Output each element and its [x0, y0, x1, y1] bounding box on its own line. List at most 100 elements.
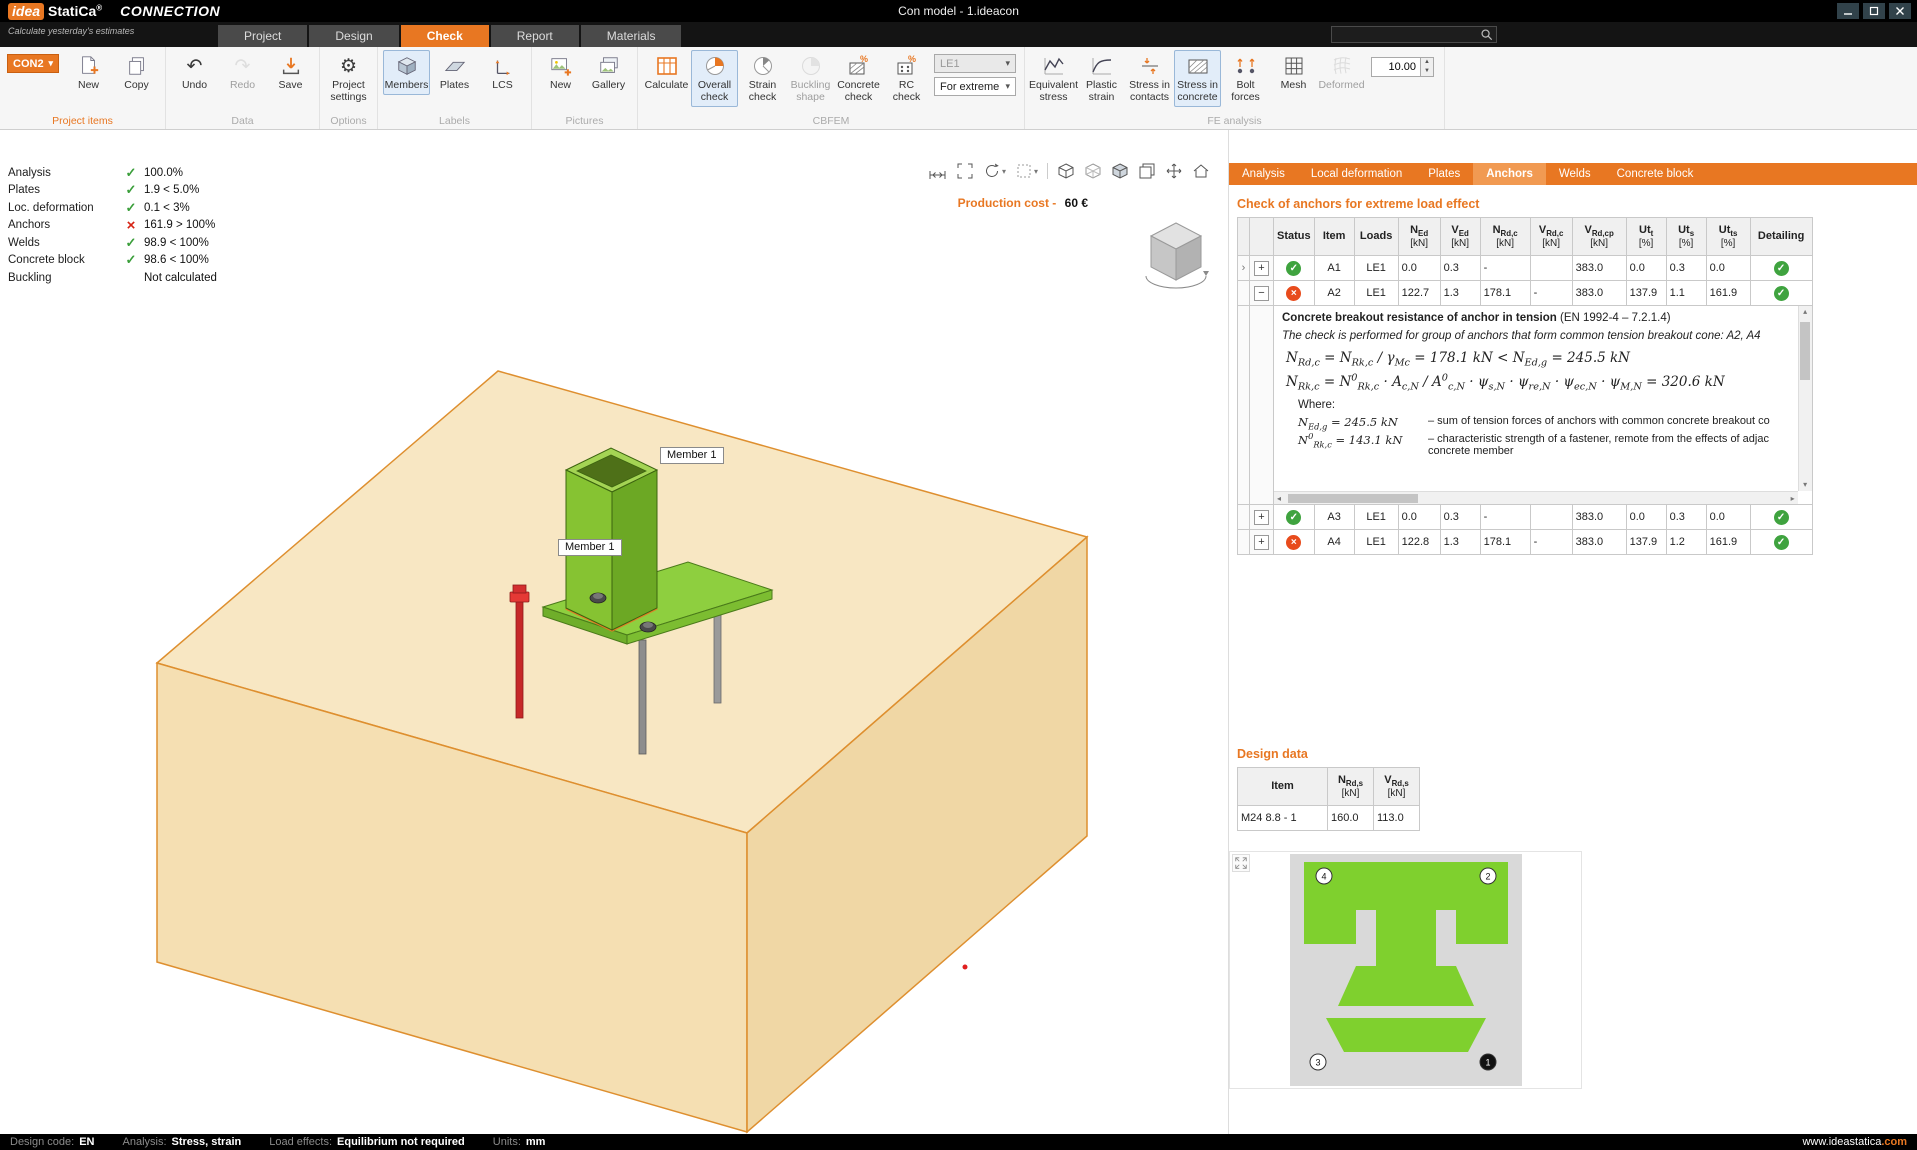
row-expander-button[interactable]: +	[1254, 261, 1269, 276]
row-expander-button[interactable]: −	[1254, 286, 1269, 301]
gallery-button[interactable]: Gallery	[585, 50, 632, 95]
results-tab-plates[interactable]: Plates	[1415, 163, 1473, 185]
plates-labels-toggle[interactable]: Plates	[431, 50, 478, 95]
3d-viewport[interactable]: Analysis✓100.0%Plates✓1.9 < 5.0%Loc. def…	[0, 130, 1228, 1134]
scale-value-input[interactable]	[1371, 57, 1421, 77]
maximize-button[interactable]	[1863, 3, 1885, 19]
home-view-button[interactable]	[1192, 162, 1210, 180]
tab-design[interactable]: Design	[309, 25, 398, 47]
anchor-row-A1[interactable]: ›+✓A1LE10.00.3-383.00.00.30.0✓	[1238, 256, 1813, 281]
check-pass-icon: ✓	[118, 252, 144, 268]
zoom-fit-button[interactable]	[956, 162, 974, 180]
results-tab-analysis[interactable]: Analysis	[1229, 163, 1298, 185]
value-cell: 1.3	[1440, 281, 1480, 306]
value-cell: -	[1480, 256, 1530, 281]
member-label[interactable]: Member 1	[660, 447, 724, 464]
stress-in-concrete-button[interactable]: Stress in concrete	[1174, 50, 1221, 107]
save-button[interactable]: Save	[267, 50, 314, 95]
equivalent-stress-button[interactable]: Equivalent stress	[1030, 50, 1077, 107]
expand-plan-button[interactable]	[1232, 854, 1250, 872]
navigation-cube[interactable]	[1140, 214, 1212, 294]
lcs-labels-toggle[interactable]: LCS	[479, 50, 526, 95]
status-fail-icon: ×	[1286, 535, 1301, 550]
mesh-button[interactable]: Mesh	[1270, 50, 1317, 95]
stress-in-contacts-button[interactable]: Stress in contacts	[1126, 50, 1173, 107]
scroll-down-icon[interactable]: ▾	[1803, 479, 1807, 491]
pan-icon	[1165, 162, 1183, 180]
row-expander-button[interactable]: +	[1254, 510, 1269, 525]
value-cell: 0.0	[1398, 256, 1440, 281]
value-cell: 1.3	[1440, 530, 1480, 555]
ribbon-group-labels: Members Plates LCS Labels	[378, 47, 532, 129]
dimensions-button[interactable]	[929, 162, 947, 180]
wireframe-view-button[interactable]	[1084, 162, 1102, 180]
anchor-row-A3[interactable]: +✓A3LE10.00.3-383.00.00.30.0✓	[1238, 505, 1813, 530]
anchor-row-A2[interactable]: −×A2LE1122.71.3178.1-383.0137.91.1161.9✓	[1238, 281, 1813, 306]
scroll-up-icon[interactable]: ▴	[1803, 306, 1807, 318]
member-label[interactable]: Member 1	[558, 539, 622, 556]
deformed-button[interactable]: Deformed	[1318, 50, 1365, 95]
close-button[interactable]	[1889, 3, 1911, 19]
summary-item-label: Anchors	[8, 219, 118, 231]
results-tab-concrete-block[interactable]: Concrete block	[1604, 163, 1707, 185]
row-expander-button[interactable]: +	[1254, 535, 1269, 550]
bolt-forces-button[interactable]: Bolt forces	[1222, 50, 1269, 107]
search-input[interactable]	[1332, 29, 1480, 41]
new-picture-button[interactable]: New	[537, 50, 584, 95]
search-box[interactable]	[1331, 26, 1497, 43]
project-settings-button[interactable]: ⚙ Project settings	[325, 50, 372, 107]
tab-check[interactable]: Check	[401, 25, 489, 47]
column-header	[1250, 218, 1274, 256]
extreme-filter-selector[interactable]: For extreme▾	[934, 77, 1016, 96]
detail-definition: N0Rk,c = 143.1 kN– characteristic streng…	[1298, 433, 1788, 457]
selection-mode-button[interactable]: ▾	[1015, 162, 1038, 180]
detail-vertical-scrollbar[interactable]: ▴▾	[1798, 306, 1812, 491]
connection-selector[interactable]: CON2▾	[7, 54, 59, 73]
scroll-right-icon[interactable]: ▸	[1788, 494, 1798, 503]
buckling-shape-button[interactable]: Buckling shape	[787, 50, 834, 107]
copy-button[interactable]: Copy	[113, 50, 160, 95]
tab-materials[interactable]: Materials	[581, 25, 682, 47]
tab-project[interactable]: Project	[218, 25, 307, 47]
tab-report[interactable]: Report	[491, 25, 579, 47]
solid-view-button[interactable]	[1111, 162, 1129, 180]
column-header: Utt[%]	[1626, 218, 1666, 256]
rotate-view-button[interactable]: ▾	[983, 162, 1006, 180]
results-tab-local-deformation[interactable]: Local deformation	[1298, 163, 1415, 185]
plastic-strain-button[interactable]: Plastic strain	[1078, 50, 1125, 107]
equivalent-stress-icon	[1041, 53, 1067, 79]
minimize-button[interactable]	[1837, 3, 1859, 19]
value-cell: 0.3	[1666, 256, 1706, 281]
members-labels-toggle[interactable]: Members	[383, 50, 430, 95]
anchor-row-A4[interactable]: +×A4LE1122.81.3178.1-383.0137.91.2161.9✓	[1238, 530, 1813, 555]
new-project-item-button[interactable]: New	[65, 50, 112, 95]
scroll-left-icon[interactable]: ◂	[1274, 494, 1284, 503]
column-header: Loads	[1354, 218, 1398, 256]
check-fail-icon: ×	[118, 217, 144, 234]
results-tab-anchors[interactable]: Anchors	[1473, 163, 1546, 185]
concrete-check-button[interactable]: % Concrete check	[835, 50, 882, 107]
value-cell: 383.0	[1572, 505, 1626, 530]
load-case-selector[interactable]: LE1▾	[934, 54, 1016, 73]
calculate-button[interactable]: Calculate	[643, 50, 690, 95]
value-cell: -	[1530, 281, 1572, 306]
rc-check-button[interactable]: % RC check	[883, 50, 930, 107]
results-tab-welds[interactable]: Welds	[1546, 163, 1604, 185]
pan-view-button[interactable]	[1165, 162, 1183, 180]
overall-check-button[interactable]: Overall check	[691, 50, 738, 107]
strain-check-button[interactable]: Strain check	[739, 50, 786, 107]
spinner-down-icon[interactable]: ▼	[1421, 67, 1433, 76]
deformed-scale-spinner[interactable]: ▲ ▼	[1371, 57, 1434, 77]
detail-horizontal-scrollbar[interactable]: ◂▸	[1274, 491, 1798, 504]
copy-picture-button[interactable]	[1138, 162, 1156, 180]
spinner-up-icon[interactable]: ▲	[1421, 58, 1433, 67]
website-link[interactable]: www.ideastatica.com	[1802, 1136, 1907, 1148]
app-tagline: Calculate yesterday's estimates	[8, 26, 134, 36]
maximize-icon	[1869, 6, 1879, 16]
zoom-fit-icon	[956, 162, 974, 180]
detailing-cell: ✓	[1750, 530, 1812, 555]
redo-button[interactable]: ↷ Redo	[219, 50, 266, 95]
value-cell: 1.1	[1666, 281, 1706, 306]
undo-button[interactable]: ↶ Undo	[171, 50, 218, 95]
section-view-button[interactable]	[1057, 162, 1075, 180]
